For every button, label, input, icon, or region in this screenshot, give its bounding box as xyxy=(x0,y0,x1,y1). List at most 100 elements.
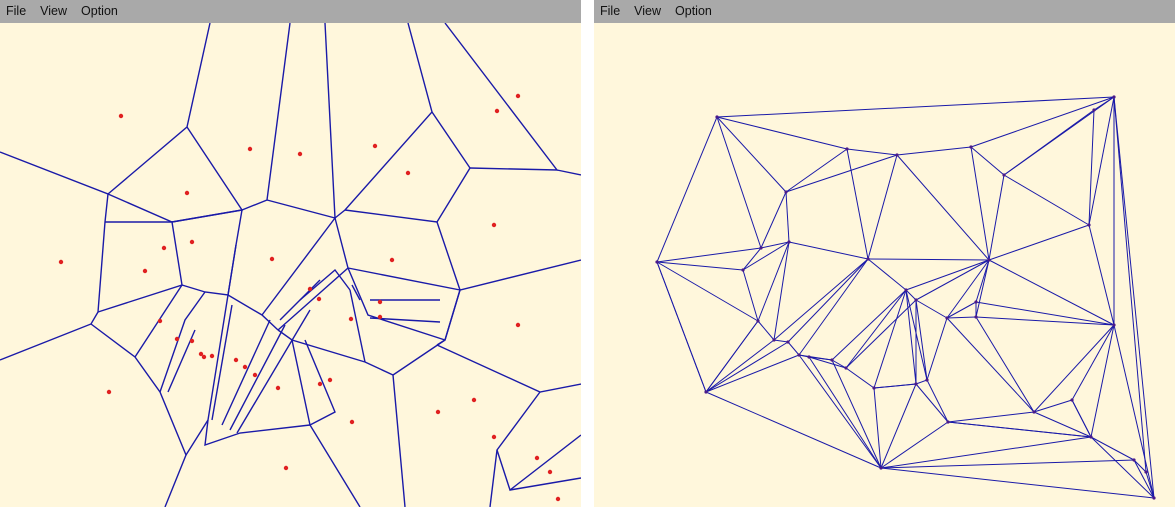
delaunay-edge xyxy=(846,148,898,156)
voronoi-site-point xyxy=(184,190,190,196)
delaunay-edge xyxy=(845,367,875,389)
delaunay-vertex-point xyxy=(914,298,918,302)
menu-option[interactable]: Option xyxy=(668,0,719,23)
voronoi-site-point xyxy=(209,353,215,359)
delaunay-edge xyxy=(716,116,787,193)
delaunay-edge xyxy=(705,339,775,393)
delaunay-edge xyxy=(1088,109,1095,226)
voronoi-edge xyxy=(221,319,271,426)
voronoi-site-point xyxy=(435,409,441,415)
voronoi-edge xyxy=(496,434,581,492)
voronoi-site-point xyxy=(189,338,195,344)
delaunay-vertex-point xyxy=(1152,496,1156,500)
delaunay-edge xyxy=(785,154,898,193)
delaunay-vertex-point xyxy=(945,316,949,320)
delaunay-vertex-point xyxy=(844,366,848,370)
voronoi-site-point xyxy=(317,381,323,387)
delaunay-edge xyxy=(656,261,707,393)
delaunay-edge xyxy=(845,299,917,369)
voronoi-edge xyxy=(436,289,461,346)
delaunay-edge xyxy=(705,391,882,469)
voronoi-diagram-canvas[interactable] xyxy=(0,23,581,507)
delaunay-vertex-point xyxy=(1112,95,1116,99)
voronoi-edge xyxy=(229,324,286,431)
delaunay-edge xyxy=(787,341,800,356)
voronoi-edge xyxy=(436,344,581,393)
delaunay-edge xyxy=(1033,324,1115,413)
delaunay-edge xyxy=(905,259,990,291)
voronoi-site-point xyxy=(515,93,521,99)
delaunay-vertex-point xyxy=(872,386,876,390)
voronoi-site-point xyxy=(189,239,195,245)
delaunay-vertex-point xyxy=(845,147,849,151)
menu-file[interactable]: File xyxy=(0,0,33,23)
menu-file[interactable]: File xyxy=(594,0,627,23)
menu-option[interactable]: Option xyxy=(74,0,125,23)
delaunay-edge xyxy=(1113,96,1147,473)
voronoi-edge xyxy=(241,23,291,211)
delaunay-vertex-point xyxy=(787,240,791,244)
delaunay-vertex-point xyxy=(904,288,908,292)
voronoi-site-point xyxy=(348,316,354,322)
delaunay-vertex-point xyxy=(1087,223,1091,227)
voronoi-edge xyxy=(97,221,183,313)
delaunay-vertex-point xyxy=(784,190,788,194)
delaunay-edge xyxy=(988,259,1115,326)
delaunay-edge xyxy=(656,247,762,263)
voronoi-site-point xyxy=(233,357,239,363)
delaunay-edge xyxy=(1088,224,1115,326)
delaunay-edge xyxy=(1090,436,1135,461)
voronoi-edge xyxy=(0,151,109,361)
delaunay-vertex-point xyxy=(987,258,991,262)
delaunay-vertex-point xyxy=(974,315,978,319)
voronoi-site-point xyxy=(389,257,395,263)
delaunay-edge xyxy=(716,116,848,150)
voronoi-site-point xyxy=(372,143,378,149)
voronoi-site-point xyxy=(471,397,477,403)
delaunay-edge xyxy=(788,241,869,260)
voronoi-site-point xyxy=(307,286,313,292)
delaunay-edge xyxy=(716,96,1115,118)
voronoi-site-point xyxy=(405,170,411,176)
voronoi-site-point xyxy=(377,299,383,305)
delaunay-vertex-point xyxy=(1132,458,1136,462)
delaunay-edge xyxy=(873,383,917,389)
voronoi-edge xyxy=(279,279,321,321)
delaunay-edge xyxy=(988,224,1090,261)
delaunay-edge xyxy=(896,146,972,156)
delaunay-vertex-point xyxy=(1089,435,1093,439)
delaunay-triangulation-canvas[interactable] xyxy=(594,23,1175,507)
voronoi-edge xyxy=(344,111,471,223)
delaunay-edge xyxy=(975,316,1035,413)
delaunay-edge xyxy=(1090,436,1155,499)
voronoi-edge xyxy=(211,304,233,421)
delaunay-vertex-point xyxy=(772,338,776,342)
delaunay-edge xyxy=(867,258,990,261)
delaunay-vertex-point xyxy=(914,382,918,386)
delaunay-edge xyxy=(915,379,928,385)
voronoi-site-point xyxy=(118,113,124,119)
voronoi-site-point xyxy=(247,146,253,152)
menu-view[interactable]: View xyxy=(627,0,668,23)
delaunay-vertex-point xyxy=(759,246,763,250)
voronoi-site-point xyxy=(377,314,383,320)
delaunay-edge xyxy=(880,436,1092,469)
voronoi-edge xyxy=(334,23,433,219)
voronoi-site-point xyxy=(491,222,497,228)
voronoi-edge xyxy=(291,339,361,507)
delaunay-edge xyxy=(1071,324,1115,401)
delaunay-vertex-point xyxy=(866,257,870,261)
voronoi-site-point xyxy=(534,455,540,461)
delaunay-vertex-point xyxy=(1070,398,1074,402)
voronoi-site-point xyxy=(494,108,500,114)
delaunay-edge xyxy=(742,247,762,271)
delaunay-vertex-point xyxy=(946,420,950,424)
delaunay-vertex-point xyxy=(756,319,760,323)
voronoi-edge xyxy=(436,221,581,291)
delaunay-edge xyxy=(798,258,869,356)
delaunay-vertex-point xyxy=(797,353,801,357)
menu-view[interactable]: View xyxy=(33,0,74,23)
delaunay-edge xyxy=(773,339,789,343)
voronoi-edge xyxy=(556,169,581,176)
delaunay-edge xyxy=(1113,96,1155,499)
